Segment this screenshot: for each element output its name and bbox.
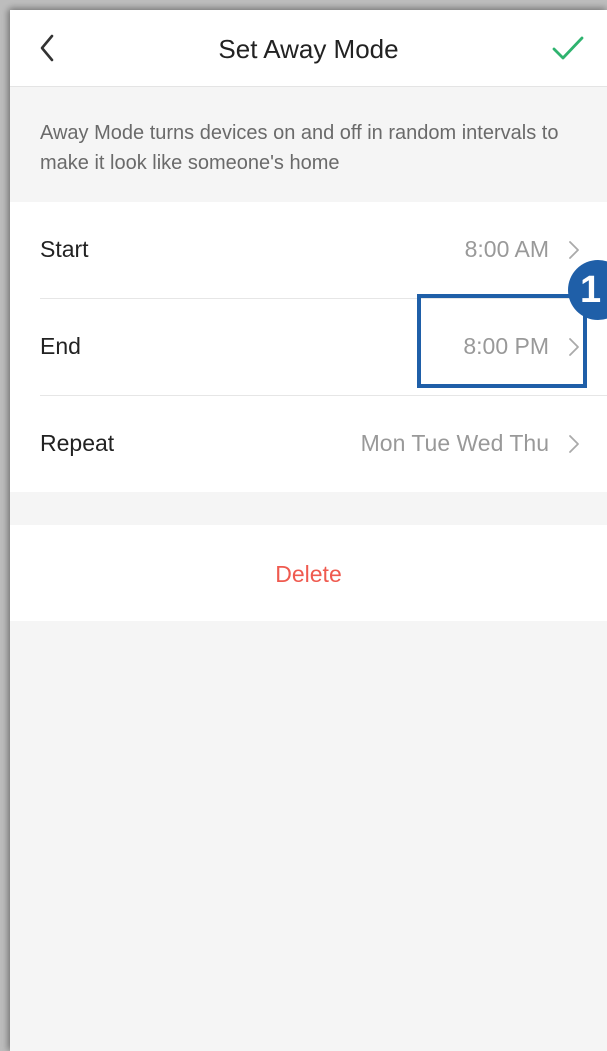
confirm-button[interactable] [549,30,587,66]
delete-label: Delete [275,561,342,587]
repeat-value: Mon Tue Wed Thu [360,430,549,456]
chevron-right-icon [569,435,579,453]
chevron-right-icon [569,241,579,259]
delete-button[interactable]: Delete [10,525,607,621]
end-label: End [40,333,81,359]
nav-bar: Set Away Mode [10,10,607,87]
checkmark-icon [552,36,584,60]
page-title: Set Away Mode [218,34,399,64]
away-mode-description: Away Mode turns devices on and off in ra… [40,122,559,174]
repeat-label: Repeat [40,430,115,456]
start-value: 8:00 AM [464,236,549,262]
repeat-row[interactable]: Repeat Mon Tue Wed Thu [10,396,607,492]
start-label: Start [40,236,89,262]
start-time-row[interactable]: Start 8:00 AM [10,202,607,298]
phone-screen: Set Away Mode Away Mode turns devices on… [10,10,607,1051]
annotation-highlight-box [417,294,587,388]
